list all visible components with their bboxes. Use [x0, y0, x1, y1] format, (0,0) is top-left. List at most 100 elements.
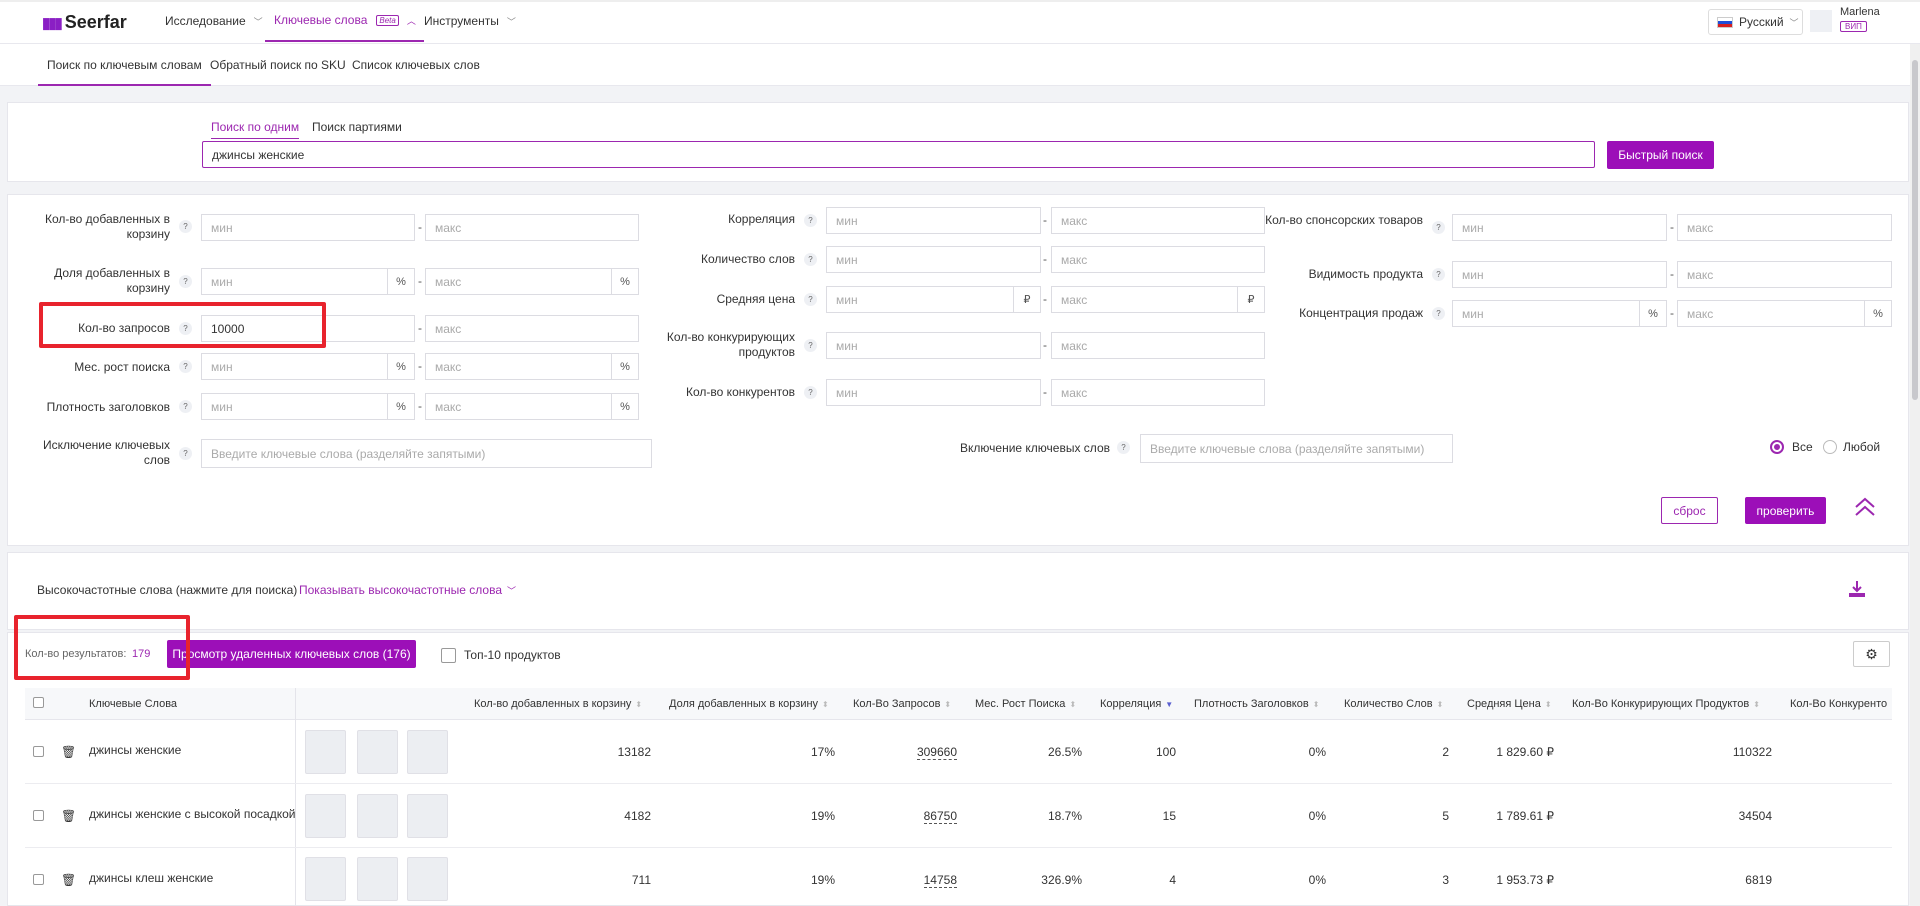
word-count-min[interactable]: мин	[826, 246, 1041, 273]
product-thumbnail[interactable]	[357, 794, 398, 838]
cart-share-min[interactable]: мин%	[201, 268, 415, 295]
scrollbar-thumb[interactable]	[1912, 60, 1918, 400]
visibility-min[interactable]: мин	[1452, 261, 1667, 288]
nav-keywords[interactable]: Ключевые слова Beta ︿	[265, 0, 424, 42]
avatar[interactable]	[1810, 10, 1832, 32]
settings-gear-icon[interactable]: ⚙	[1853, 641, 1890, 667]
help-icon[interactable]: ?	[179, 447, 192, 460]
product-thumbnail[interactable]	[357, 857, 398, 901]
search-input[interactable]: джинсы женские	[202, 141, 1595, 168]
competing-products-min[interactable]: мин	[826, 332, 1041, 359]
deleted-keywords-button[interactable]: Просмотр удаленных ключевых слов (176)	[167, 640, 416, 668]
sponsored-max[interactable]: макс	[1677, 214, 1892, 241]
download-icon[interactable]	[1848, 580, 1866, 598]
help-icon[interactable]: ?	[1432, 307, 1445, 320]
search-growth-max[interactable]: макс%	[425, 353, 639, 380]
exclude-keywords-input[interactable]: Введите ключевые слова (разделяйте запят…	[201, 439, 652, 468]
subtab-keyword-search[interactable]: Поиск по ключевым словам	[38, 44, 211, 86]
queries-link[interactable]: 86750	[923, 809, 957, 824]
subtab-keyword-list[interactable]: Список ключевых слов	[352, 44, 480, 86]
help-icon[interactable]: ?	[1432, 268, 1445, 281]
help-icon[interactable]: ?	[179, 220, 192, 233]
search-growth-min[interactable]: мин%	[201, 353, 415, 380]
header-search-growth[interactable]: Мес. Рост Поиска ⬍	[975, 696, 1076, 712]
trash-icon[interactable]: 🗑	[61, 745, 76, 759]
header-avg-price[interactable]: Средняя Цена ⬍	[1467, 696, 1552, 712]
help-icon[interactable]: ?	[179, 275, 192, 288]
tab-batch-search[interactable]: Поиск партиями	[312, 120, 402, 134]
cell-queries[interactable]: 86750	[857, 809, 957, 824]
keyword-cell[interactable]: джинсы женские	[89, 743, 181, 757]
nav-tools[interactable]: Инструменты ﹀	[424, 0, 516, 42]
header-cart-count[interactable]: Кол-во добавленных в корзину ⬍	[474, 696, 642, 712]
product-thumbnail[interactable]	[407, 857, 448, 901]
keyword-cell[interactable]: джинсы клеш женские	[89, 871, 213, 885]
top10-checkbox[interactable]	[441, 648, 456, 663]
quick-search-button[interactable]: Быстрый поиск	[1607, 141, 1714, 169]
logo[interactable]: ▮▮▮ Seerfar	[42, 12, 127, 33]
help-icon[interactable]: ?	[804, 386, 817, 399]
row-checkbox[interactable]	[33, 746, 44, 757]
reset-button[interactable]: сброс	[1661, 497, 1718, 524]
avg-price-max[interactable]: макс ₽	[1051, 286, 1265, 313]
cart-share-max[interactable]: макс%	[425, 268, 639, 295]
cart-count-min[interactable]: мин	[201, 214, 415, 241]
radio-any[interactable]	[1823, 440, 1837, 454]
header-word-count[interactable]: Количество Слов ⬍	[1344, 696, 1443, 712]
header-cart-share[interactable]: Доля добавленных в корзину ⬍	[669, 696, 829, 712]
product-thumbnail[interactable]	[305, 857, 346, 901]
header-competitors[interactable]: Кол-Во Конкуренто	[1790, 696, 1890, 712]
row-checkbox[interactable]	[33, 810, 44, 821]
include-keywords-input[interactable]: Введите ключевые слова (разделяйте запят…	[1140, 434, 1453, 463]
header-keyword[interactable]: Ключевые Слова	[89, 696, 177, 712]
competing-products-max[interactable]: макс	[1051, 332, 1265, 359]
title-density-min[interactable]: мин%	[201, 393, 415, 420]
help-icon[interactable]: ?	[1117, 441, 1130, 454]
competitors-min[interactable]: мин	[826, 379, 1041, 406]
word-count-max[interactable]: макс	[1051, 246, 1265, 273]
cell-queries[interactable]: 14758	[857, 873, 957, 888]
sales-concentration-min[interactable]: мин%	[1452, 300, 1667, 327]
query-count-max[interactable]: макс	[425, 315, 639, 342]
visibility-max[interactable]: макс	[1677, 261, 1892, 288]
title-density-max[interactable]: макс%	[425, 393, 639, 420]
competitors-max[interactable]: макс	[1051, 379, 1265, 406]
hf-toggle[interactable]: Показывать высокочастотные слова ﹀	[299, 583, 516, 597]
collapse-icon[interactable]	[1853, 494, 1877, 522]
correlation-min[interactable]: мин	[826, 207, 1041, 234]
product-thumbnail[interactable]	[357, 730, 398, 774]
help-icon[interactable]: ?	[804, 214, 817, 227]
sales-concentration-max[interactable]: макс%	[1677, 300, 1892, 327]
help-icon[interactable]: ?	[804, 293, 817, 306]
product-thumbnail[interactable]	[407, 794, 448, 838]
select-all-checkbox[interactable]	[33, 697, 44, 708]
header-correlation[interactable]: Корреляция ▼	[1100, 696, 1173, 712]
queries-link[interactable]: 309660	[916, 745, 957, 760]
tab-single-search[interactable]: Поиск по одним	[211, 120, 300, 139]
cart-count-max[interactable]: макс	[425, 214, 639, 241]
user-name[interactable]: Marlena	[1840, 6, 1880, 18]
correlation-max[interactable]: макс	[1051, 207, 1265, 234]
sponsored-min[interactable]: мин	[1452, 214, 1667, 241]
subtab-reverse-sku[interactable]: Обратный поиск по SKU	[210, 44, 346, 86]
row-checkbox[interactable]	[33, 874, 44, 885]
cell-queries[interactable]: 309660	[857, 745, 957, 760]
product-thumbnail[interactable]	[305, 794, 346, 838]
help-icon[interactable]: ?	[179, 400, 192, 413]
header-title-density[interactable]: Плотность Заголовков ⬍	[1194, 696, 1319, 712]
help-icon[interactable]: ?	[804, 339, 817, 352]
help-icon[interactable]: ?	[804, 253, 817, 266]
language-select[interactable]: Русский ﹀	[1708, 9, 1803, 35]
check-button[interactable]: проверить	[1745, 497, 1826, 524]
header-competing-products[interactable]: Кол-Во Конкурирующих Продуктов ⬍	[1572, 696, 1760, 712]
trash-icon[interactable]: 🗑	[61, 873, 76, 887]
keyword-cell[interactable]: джинсы женские с высокой посадкой	[89, 807, 295, 821]
help-icon[interactable]: ?	[1432, 221, 1445, 234]
avg-price-min[interactable]: мин ₽	[826, 286, 1041, 313]
help-icon[interactable]: ?	[179, 360, 192, 373]
nav-research[interactable]: Исследование ﹀	[165, 0, 263, 42]
product-thumbnail[interactable]	[305, 730, 346, 774]
queries-link[interactable]: 14758	[923, 873, 957, 888]
radio-all[interactable]	[1770, 440, 1784, 454]
header-queries[interactable]: Кол-Во Запросов ⬍	[853, 696, 951, 712]
